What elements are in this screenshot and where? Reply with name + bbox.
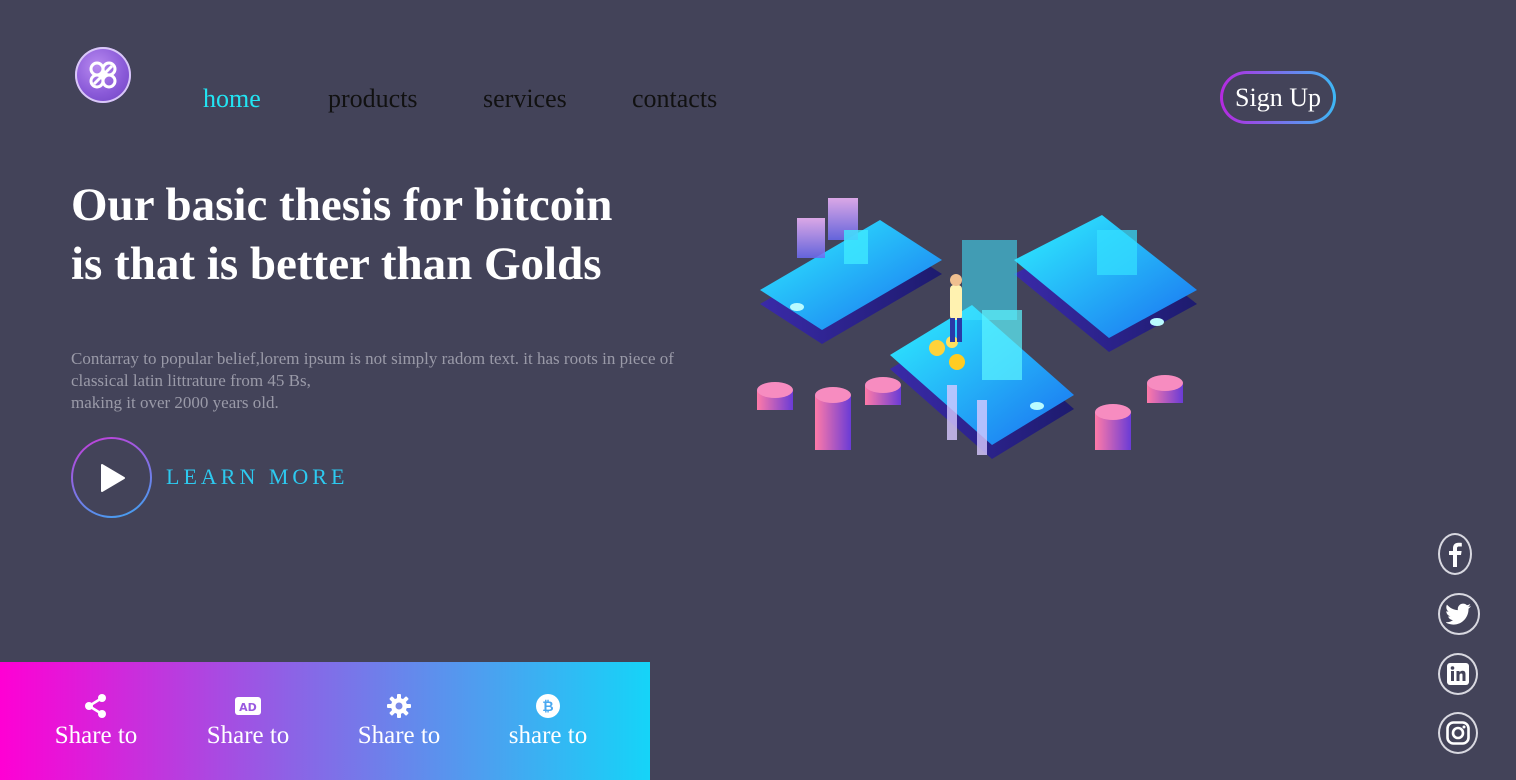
hero-paragraph-line2: classical latin littrature from 45 Bs, — [71, 371, 311, 390]
share-icon — [85, 694, 106, 718]
phone-right — [1014, 215, 1197, 352]
twitter-link[interactable] — [1438, 593, 1480, 635]
share-item-ad[interactable]: AD Share to — [173, 692, 323, 750]
hero-headline: Our basic thesis for bitcoin is that is … — [71, 176, 711, 294]
share-item-bitcoin[interactable]: ₿ share to — [473, 692, 623, 750]
nav-item-services[interactable]: services — [483, 84, 567, 114]
linkedin-icon — [1447, 663, 1469, 685]
svg-text:₿: ₿ — [542, 699, 553, 715]
hero-headline-line2: is that is better than Golds — [71, 238, 602, 290]
svg-text:AD: AD — [239, 701, 257, 714]
hero-paragraph-line1: Contarray to popular belief,lorem ipsum … — [71, 349, 674, 368]
nav-item-contacts[interactable]: contacts — [632, 84, 717, 114]
learn-more-link[interactable]: LEARN MORE — [166, 464, 348, 490]
linkedin-link[interactable] — [1438, 653, 1478, 695]
share-item-settings[interactable]: Share to — [324, 692, 474, 750]
play-video-button[interactable] — [71, 437, 152, 518]
twitter-icon — [1446, 603, 1471, 625]
sign-up-button[interactable]: Sign Up — [1220, 71, 1336, 124]
hero-paragraph: Contarray to popular belief,lorem ipsum … — [71, 348, 751, 414]
share-item-share[interactable]: Share to — [21, 692, 171, 750]
sign-up-label: Sign Up — [1223, 74, 1333, 121]
logo-icon — [89, 61, 117, 89]
brand-logo[interactable] — [75, 47, 131, 103]
facebook-icon — [1449, 542, 1462, 567]
gear-icon — [387, 694, 411, 718]
blockchain-illustration — [757, 198, 1197, 459]
hero-headline-line1: Our basic thesis for bitcoin — [71, 179, 613, 231]
play-icon — [100, 463, 125, 492]
share-item-label: Share to — [206, 722, 290, 749]
instagram-icon — [1446, 721, 1470, 745]
ad-icon: AD — [235, 697, 261, 715]
facebook-link[interactable] — [1438, 533, 1472, 575]
share-item-label: share to — [508, 722, 588, 749]
share-item-label: Share to — [54, 722, 138, 749]
instagram-link[interactable] — [1438, 712, 1478, 754]
phone-left — [760, 198, 942, 344]
nav-item-home[interactable]: home — [203, 84, 261, 114]
share-item-label: Share to — [357, 722, 441, 749]
bitcoin-icon: ₿ — [536, 694, 560, 718]
nav-item-products[interactable]: products — [328, 84, 418, 114]
share-bar: Share to AD Share to Share to ₿ share to — [0, 662, 650, 780]
hero-paragraph-line3: making it over 2000 years old. — [71, 393, 279, 412]
